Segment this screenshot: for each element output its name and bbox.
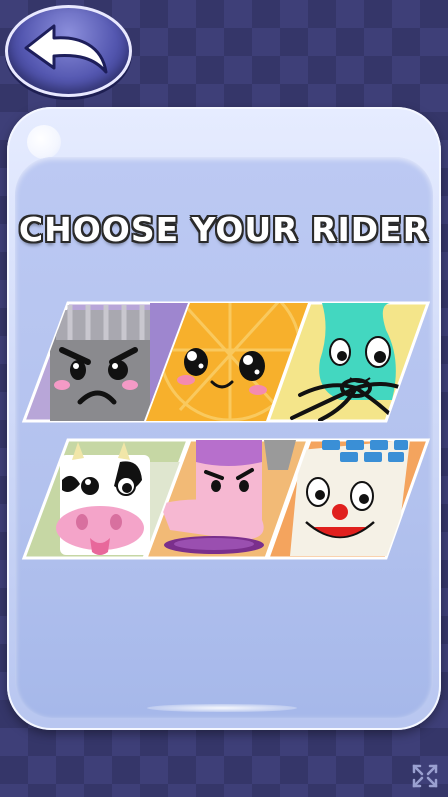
back-button[interactable] <box>5 5 132 97</box>
page-title: CHOOSE YOUR RIDER <box>18 210 430 249</box>
fullscreen-icon[interactable] <box>411 763 439 789</box>
panel-gloss <box>27 125 61 159</box>
rider-select-panel <box>7 107 441 730</box>
back-arrow-icon <box>24 24 108 74</box>
panel-gloss-bottom <box>147 704 297 712</box>
